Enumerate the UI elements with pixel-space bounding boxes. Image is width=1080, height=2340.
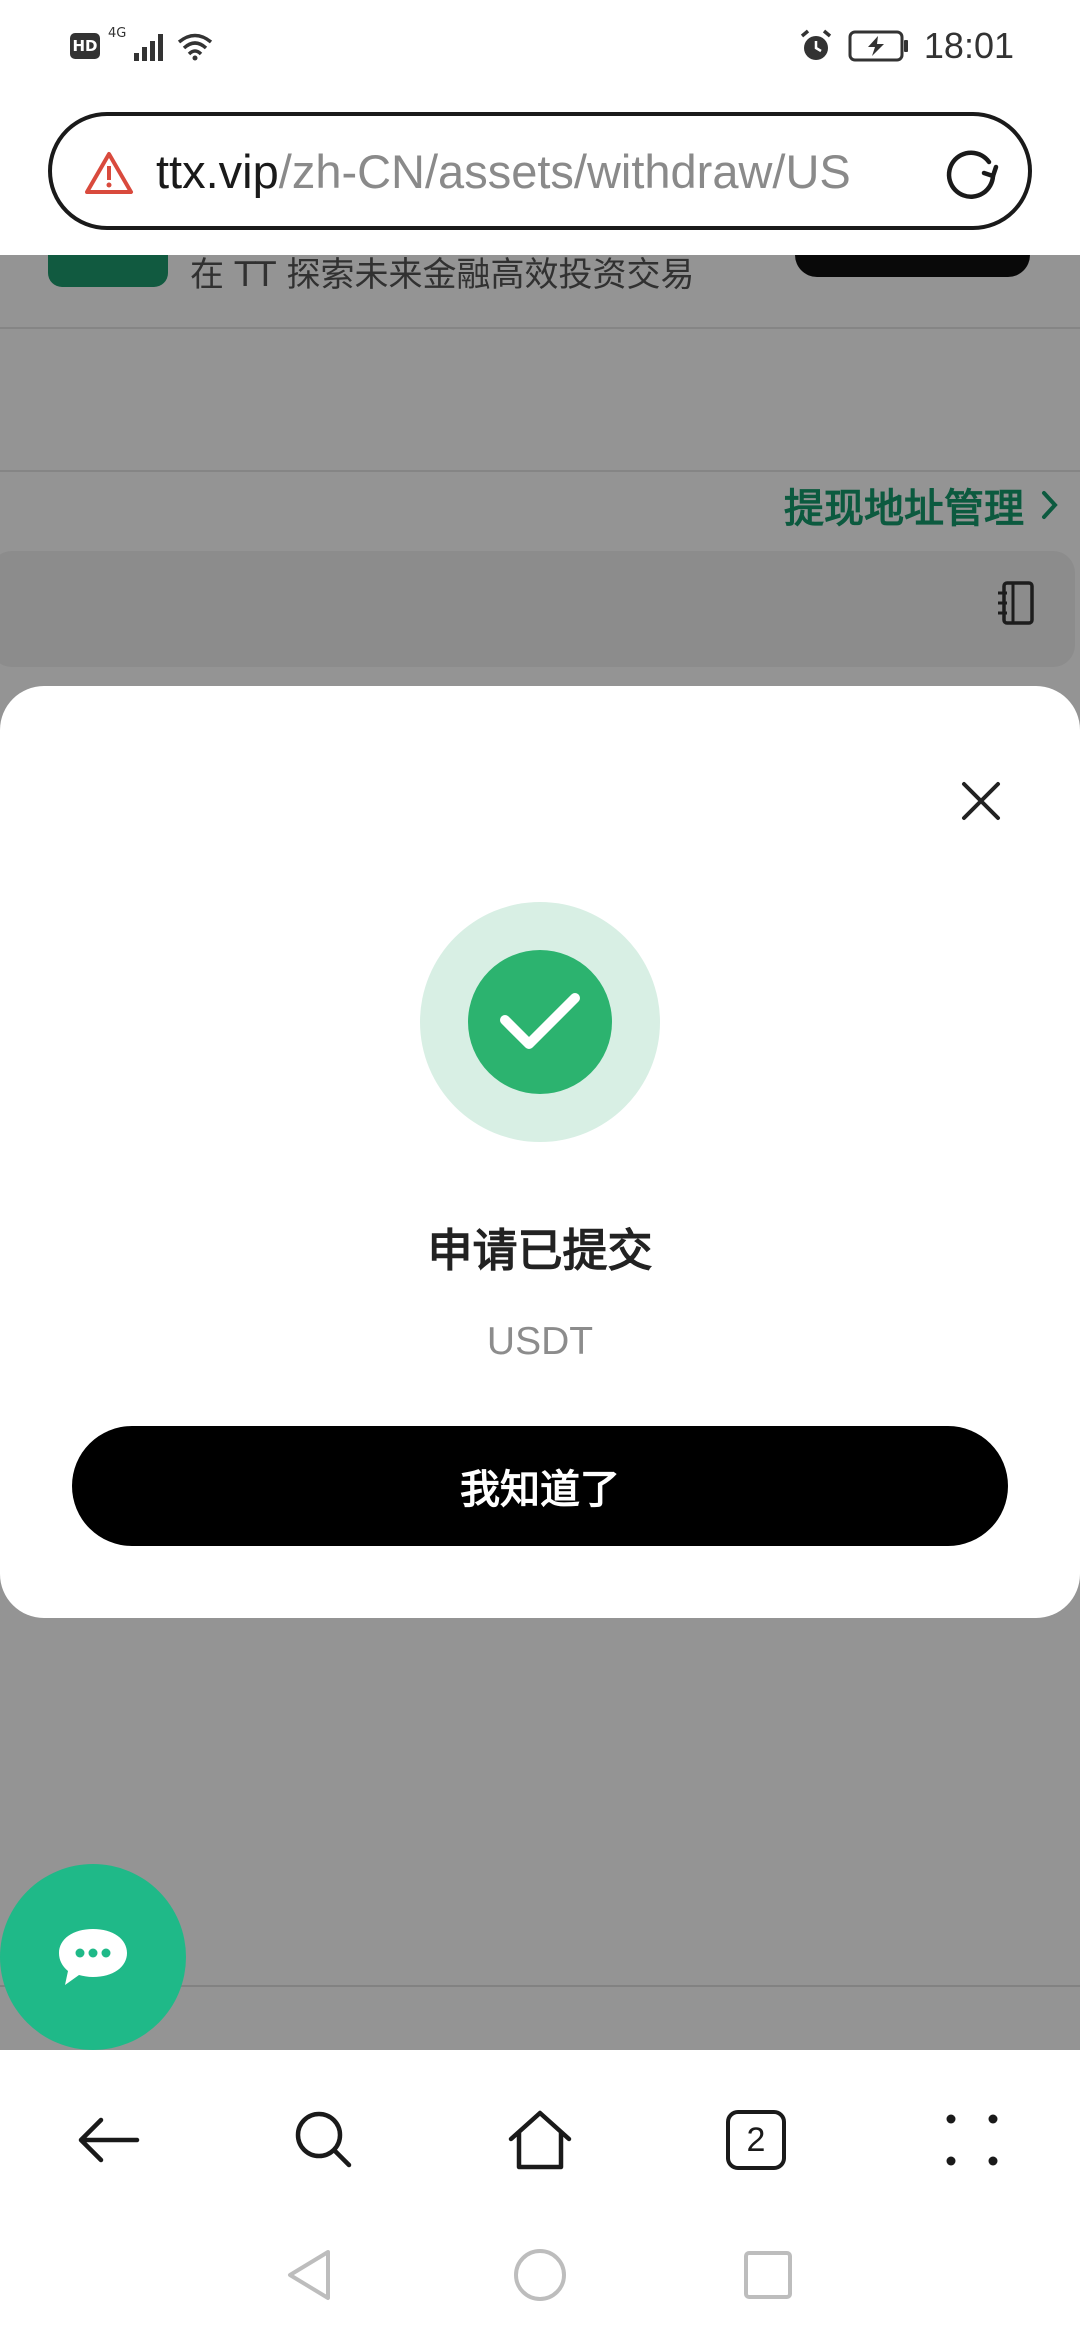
success-modal: 申请已提交 USDT 我知道了 <box>0 686 1080 1618</box>
url-bar[interactable]: ttx.vip/zh-CN/assets/withdraw/US <box>48 112 1032 230</box>
chat-button[interactable] <box>0 1864 186 2050</box>
tab-count: 2 <box>726 2110 786 2170</box>
reload-icon[interactable] <box>940 142 1002 208</box>
modal-subtitle: USDT <box>486 1320 594 1363</box>
home-icon[interactable] <box>504 2104 576 2176</box>
tabs-icon[interactable]: 2 <box>720 2104 792 2176</box>
url-host: ttx.vip <box>156 145 279 198</box>
url-text[interactable]: ttx.vip/zh-CN/assets/withdraw/US <box>156 142 942 202</box>
status-left: HD 4G <box>70 26 214 64</box>
clock-time: 18:01 <box>923 25 1014 66</box>
modal-title: 申请已提交 <box>427 1224 653 1277</box>
nav-recents-icon[interactable] <box>735 2242 801 2308</box>
warning-triangle-icon[interactable] <box>84 150 134 200</box>
wifi-icon <box>178 33 213 61</box>
browser-toolbar: 2 <box>0 2050 1080 2220</box>
alarm-icon <box>800 29 832 60</box>
success-dot <box>468 950 612 1094</box>
status-right: 18:01 <box>798 22 1014 70</box>
search-icon[interactable] <box>288 2104 360 2176</box>
system-nav-bar <box>0 2220 1080 2340</box>
more-dots-icon[interactable] <box>936 2104 1008 2176</box>
nav-home-icon[interactable] <box>507 2242 573 2308</box>
checkmark-icon <box>500 993 580 1049</box>
close-icon[interactable] <box>950 770 1012 832</box>
network-type: 4G <box>108 26 127 41</box>
screen: HD 4G 18:01 ttx.vip/zh-CN/assets/withdra… <box>0 0 1080 2340</box>
signal-icon <box>134 34 164 61</box>
chat-bubble-icon <box>59 1929 127 1985</box>
confirm-button[interactable]: 我知道了 <box>72 1426 1008 1546</box>
success-icon <box>420 902 660 1142</box>
url-path: /zh-CN/assets/withdraw/US <box>278 145 851 198</box>
nav-back-icon[interactable] <box>276 2242 342 2308</box>
back-arrow-icon[interactable] <box>72 2104 144 2176</box>
hd-icon: HD <box>70 33 100 59</box>
status-bar: HD 4G 18:01 <box>0 0 1080 95</box>
battery-charging-icon <box>848 30 908 62</box>
